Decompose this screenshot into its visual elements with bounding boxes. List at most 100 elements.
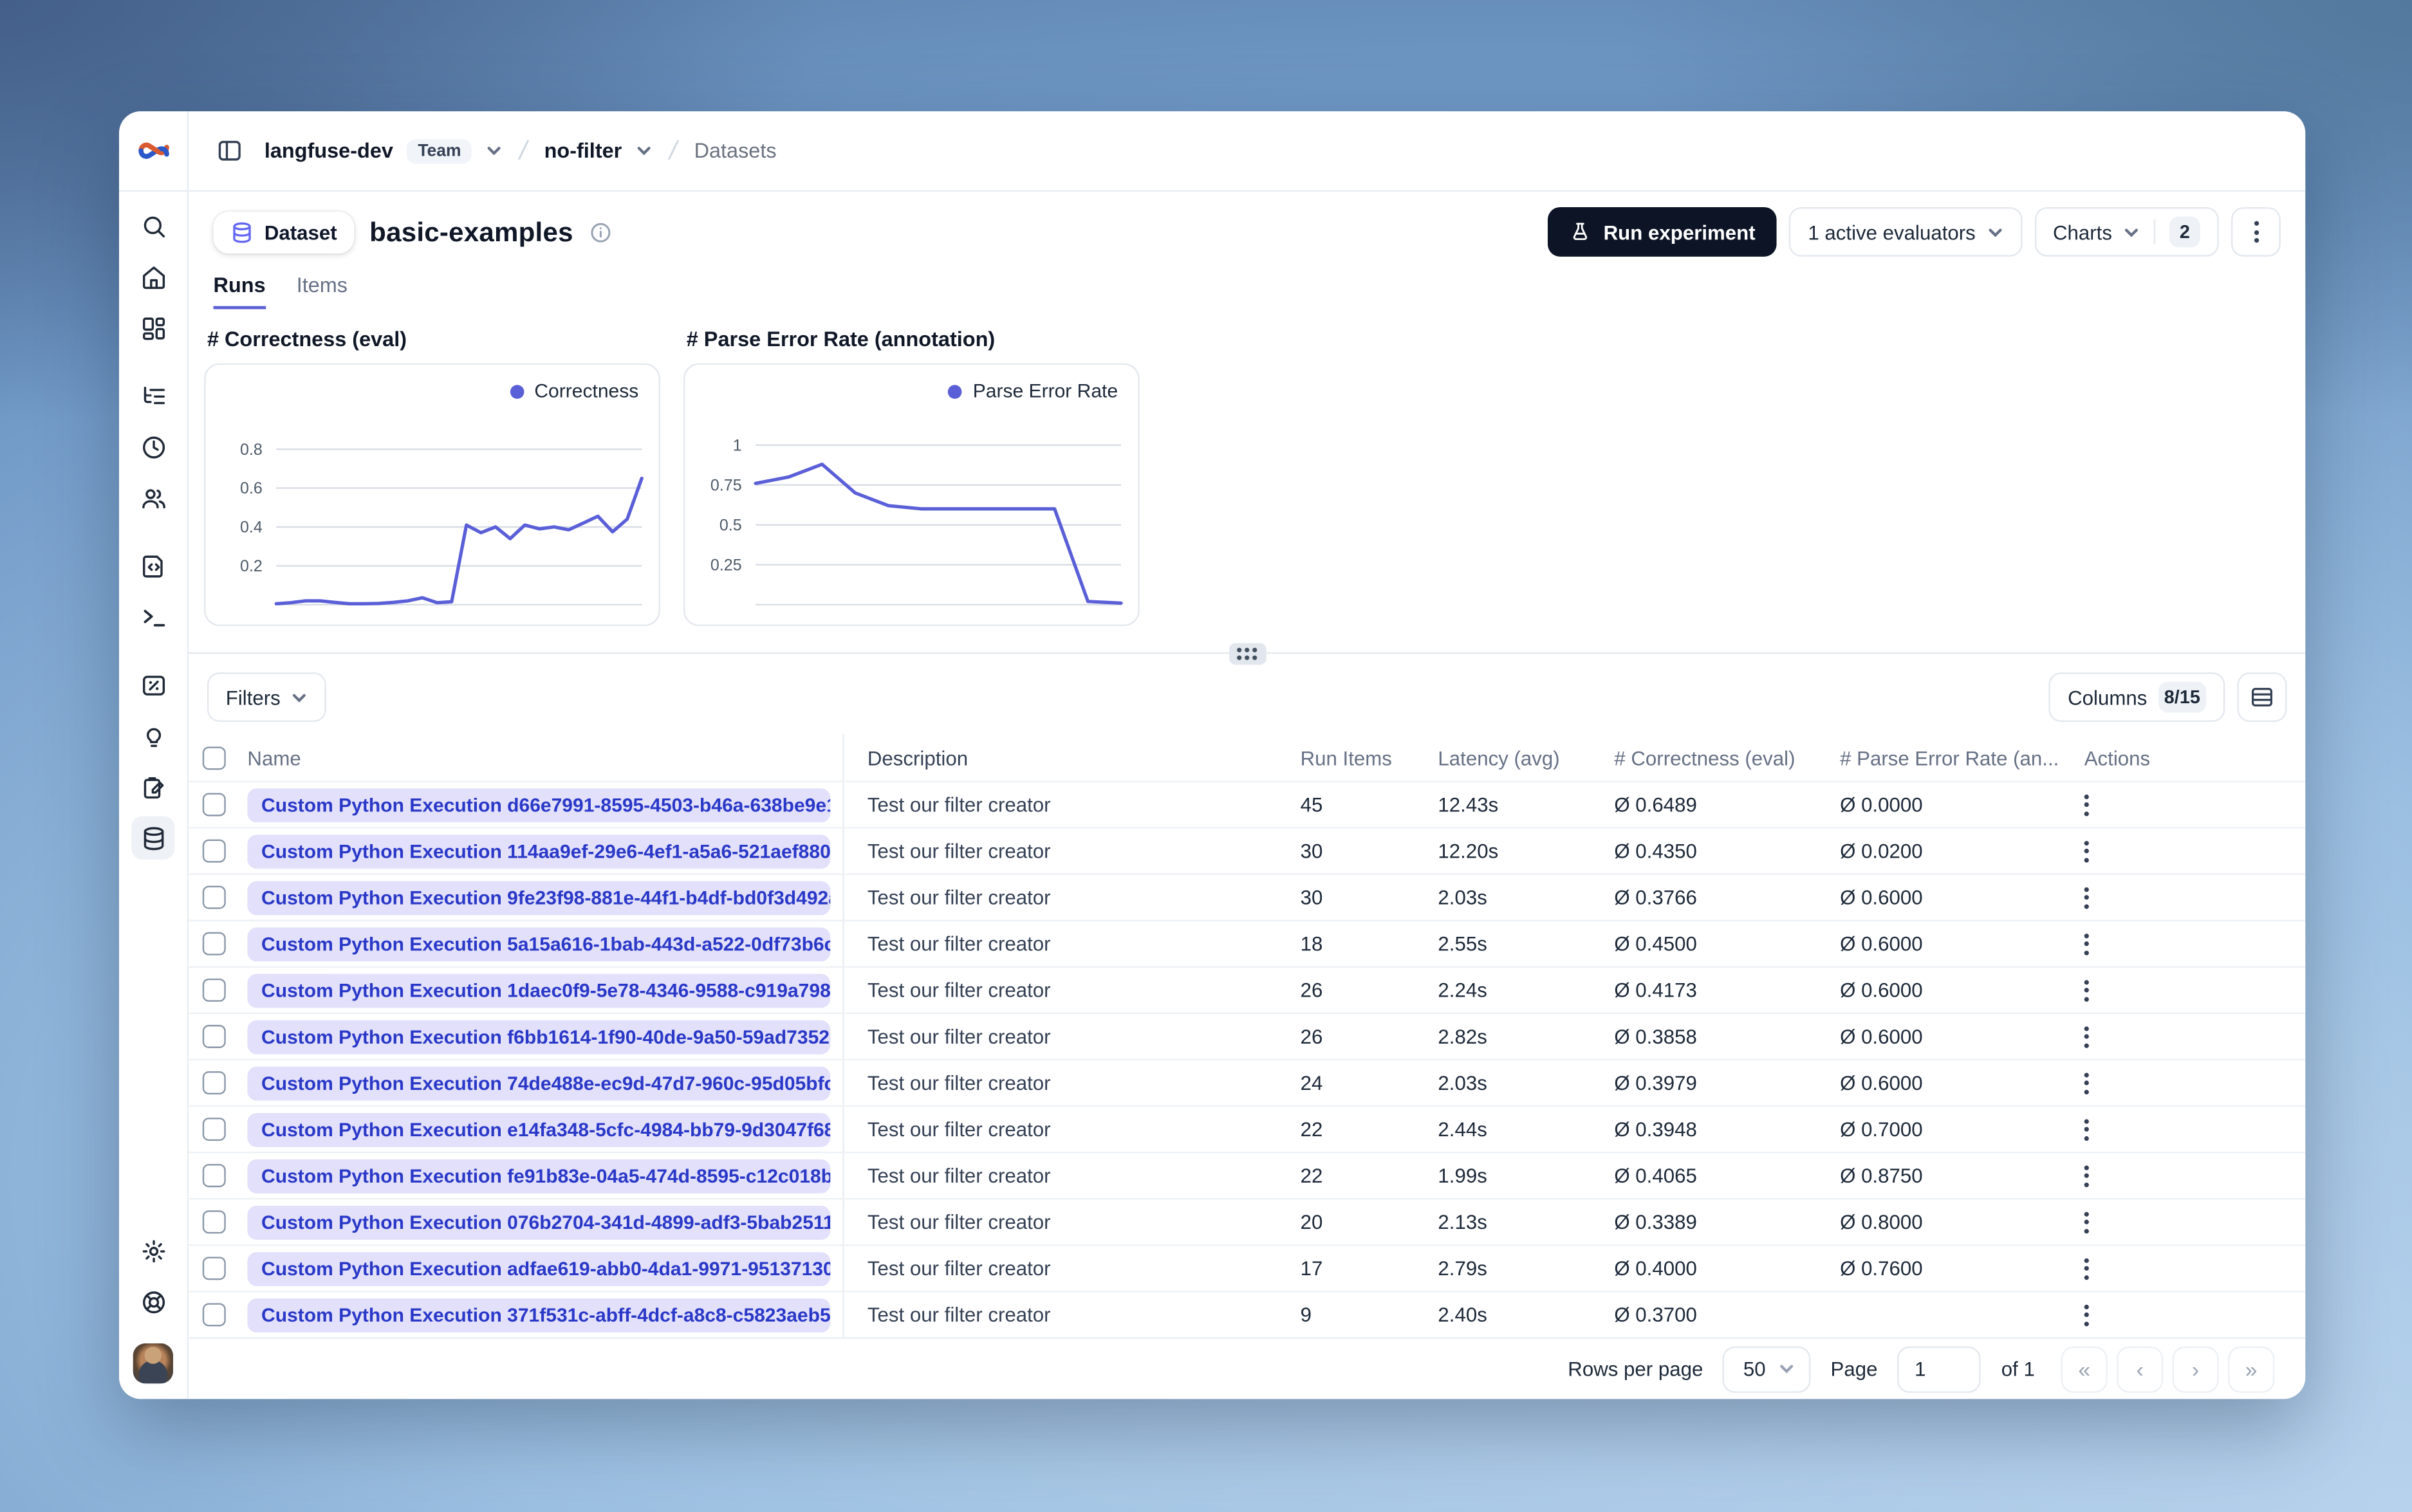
run-name-link[interactable]: Custom Python Execution 5a15a616-1bab-44… bbox=[247, 927, 831, 961]
run-name-link[interactable]: Custom Python Execution 1daec0f9-5e78-43… bbox=[247, 973, 831, 1008]
run-name-link[interactable]: Custom Python Execution d66e7991-8595-45… bbox=[247, 788, 831, 822]
row-checkbox[interactable] bbox=[189, 876, 247, 921]
sidebar-item-datasets[interactable] bbox=[131, 816, 175, 860]
row-actions-menu-button[interactable] bbox=[2066, 876, 2305, 921]
sidebar-item-dashboards[interactable] bbox=[131, 306, 174, 349]
table-row[interactable]: Custom Python Execution f6bb1614-1f90-40… bbox=[189, 1013, 2306, 1060]
row-actions-menu-button[interactable] bbox=[2066, 922, 2305, 967]
filters-button[interactable]: Filters bbox=[207, 672, 327, 723]
active-evaluators-dropdown[interactable]: 1 active evaluators bbox=[1789, 207, 2022, 257]
columns-button[interactable]: Columns 8/15 bbox=[2049, 672, 2225, 723]
sidebar-item-playground[interactable] bbox=[131, 595, 174, 638]
row-actions-menu-button[interactable] bbox=[2066, 1154, 2305, 1199]
run-name-link[interactable]: Custom Python Execution 114aa9ef-29e6-4e… bbox=[247, 834, 831, 869]
run-experiment-button[interactable]: Run experiment bbox=[1548, 207, 1777, 257]
page-number-input[interactable] bbox=[1897, 1345, 1981, 1392]
sidebar-item-scores[interactable] bbox=[131, 663, 174, 706]
run-name-link[interactable]: Custom Python Execution 9fe23f98-881e-44… bbox=[247, 881, 831, 915]
column-header-latency[interactable]: Latency (avg) bbox=[1438, 735, 1614, 781]
sidebar-item-search[interactable] bbox=[131, 204, 174, 247]
select-all-checkbox[interactable] bbox=[189, 735, 247, 781]
langfuse-logo-icon[interactable] bbox=[137, 134, 169, 167]
prev-page-button[interactable]: ‹ bbox=[2117, 1345, 2164, 1392]
breadcrumb-section[interactable]: Datasets bbox=[694, 139, 777, 162]
column-header-run-items[interactable]: Run Items bbox=[1301, 735, 1438, 781]
row-checkbox[interactable] bbox=[189, 1015, 247, 1060]
rows-per-page-select[interactable]: 50 bbox=[1723, 1345, 1811, 1392]
column-header-correctness[interactable]: # Correctness (eval) bbox=[1614, 735, 1840, 781]
sidebar-item-tracing[interactable] bbox=[131, 374, 174, 417]
row-actions-menu-button[interactable] bbox=[2066, 1293, 2305, 1338]
row-checkbox[interactable] bbox=[189, 1246, 247, 1291]
charts-dropdown[interactable]: Charts 2 bbox=[2034, 207, 2219, 257]
row-checkbox[interactable] bbox=[189, 1200, 247, 1245]
page-kebab-menu-button[interactable] bbox=[2231, 207, 2281, 257]
last-page-button[interactable]: » bbox=[2228, 1345, 2275, 1392]
table-row[interactable]: Custom Python Execution fe91b83e-04a5-47… bbox=[189, 1152, 2306, 1199]
sidebar-item-users[interactable] bbox=[131, 476, 174, 519]
sidebar-item-settings[interactable] bbox=[131, 1229, 174, 1272]
correctness-value: Ø 0.4350 bbox=[1614, 840, 1697, 863]
table-row[interactable]: Custom Python Execution e14fa348-5cfc-49… bbox=[189, 1105, 2306, 1152]
user-avatar[interactable] bbox=[133, 1343, 174, 1384]
row-actions-menu-button[interactable] bbox=[2066, 782, 2305, 827]
sidebar-item-home[interactable] bbox=[131, 255, 174, 298]
run-description: Test our filter creator bbox=[867, 1164, 1051, 1188]
table-row[interactable]: Custom Python Execution 9fe23f98-881e-44… bbox=[189, 874, 2306, 921]
column-header-parse-error[interactable]: # Parse Error Rate (an... bbox=[1840, 735, 2066, 781]
project-chevron-down-icon[interactable] bbox=[636, 142, 653, 159]
row-actions-menu-button[interactable] bbox=[2066, 829, 2305, 874]
line-chart: 0.2 0.4 0.6 0.8 bbox=[240, 441, 644, 605]
row-height-button[interactable] bbox=[2237, 672, 2287, 723]
run-name-link[interactable]: Custom Python Execution 076b2704-341d-48… bbox=[247, 1205, 831, 1240]
table-row[interactable]: Custom Python Execution 371f531c-abff-4d… bbox=[189, 1291, 2306, 1338]
table-row[interactable]: Custom Python Execution 74de488e-ec9d-47… bbox=[189, 1059, 2306, 1106]
row-checkbox[interactable] bbox=[189, 829, 247, 874]
breadcrumb-org[interactable]: langfuse-dev bbox=[264, 139, 393, 162]
breadcrumb-project[interactable]: no-filter bbox=[544, 139, 622, 162]
first-page-button[interactable]: « bbox=[2061, 1345, 2108, 1392]
info-icon[interactable] bbox=[589, 220, 612, 243]
latency-value: 12.20s bbox=[1438, 840, 1499, 863]
row-checkbox[interactable] bbox=[189, 922, 247, 967]
row-actions-menu-button[interactable] bbox=[2066, 1015, 2305, 1060]
splitter-drag-handle[interactable] bbox=[1228, 643, 1266, 665]
row-actions-menu-button[interactable] bbox=[2066, 1107, 2305, 1152]
table-row[interactable]: Custom Python Execution adfae619-abb0-4d… bbox=[189, 1244, 2306, 1291]
row-checkbox[interactable] bbox=[189, 1154, 247, 1199]
sidebar-item-insights[interactable] bbox=[131, 714, 174, 757]
row-actions-menu-button[interactable] bbox=[2066, 1061, 2305, 1106]
column-header-description[interactable]: Description bbox=[844, 735, 1301, 781]
row-checkbox[interactable] bbox=[189, 1107, 247, 1152]
run-name-link[interactable]: Custom Python Execution adfae619-abb0-4d… bbox=[247, 1251, 831, 1286]
run-name-link[interactable]: Custom Python Execution f6bb1614-1f90-40… bbox=[247, 1020, 831, 1055]
kebab-icon bbox=[2084, 933, 2089, 955]
sidebar-item-support[interactable] bbox=[131, 1280, 174, 1323]
table-row[interactable]: Custom Python Execution 076b2704-341d-48… bbox=[189, 1198, 2306, 1245]
table-row[interactable]: Custom Python Execution 1daec0f9-5e78-43… bbox=[189, 966, 2306, 1013]
row-checkbox[interactable] bbox=[189, 968, 247, 1013]
run-name-link[interactable]: Custom Python Execution 371f531c-abff-4d… bbox=[247, 1298, 831, 1332]
run-name-link[interactable]: Custom Python Execution fe91b83e-04a5-47… bbox=[247, 1159, 831, 1194]
next-page-button[interactable]: › bbox=[2172, 1345, 2219, 1392]
row-actions-menu-button[interactable] bbox=[2066, 1246, 2305, 1291]
org-chevron-down-icon[interactable] bbox=[486, 142, 503, 159]
row-checkbox[interactable] bbox=[189, 782, 247, 827]
tab-runs[interactable]: Runs bbox=[213, 273, 266, 309]
correctness-value: Ø 0.3766 bbox=[1614, 886, 1697, 910]
sidebar-item-sessions[interactable] bbox=[131, 425, 174, 468]
row-checkbox[interactable] bbox=[189, 1061, 247, 1106]
column-header-name[interactable]: Name bbox=[247, 734, 844, 782]
row-actions-menu-button[interactable] bbox=[2066, 968, 2305, 1013]
sidebar-toggle-button[interactable] bbox=[207, 129, 250, 172]
table-row[interactable]: Custom Python Execution 114aa9ef-29e6-4e… bbox=[189, 827, 2306, 874]
row-checkbox[interactable] bbox=[189, 1293, 247, 1338]
run-name-link[interactable]: Custom Python Execution e14fa348-5cfc-49… bbox=[247, 1112, 831, 1147]
tab-items[interactable]: Items bbox=[297, 273, 348, 309]
row-actions-menu-button[interactable] bbox=[2066, 1200, 2305, 1245]
table-row[interactable]: Custom Python Execution d66e7991-8595-45… bbox=[189, 781, 2306, 828]
run-name-link[interactable]: Custom Python Execution 74de488e-ec9d-47… bbox=[247, 1066, 831, 1101]
sidebar-item-annotations[interactable] bbox=[131, 765, 174, 808]
table-row[interactable]: Custom Python Execution 5a15a616-1bab-44… bbox=[189, 920, 2306, 967]
sidebar-item-prompts[interactable] bbox=[131, 544, 174, 587]
